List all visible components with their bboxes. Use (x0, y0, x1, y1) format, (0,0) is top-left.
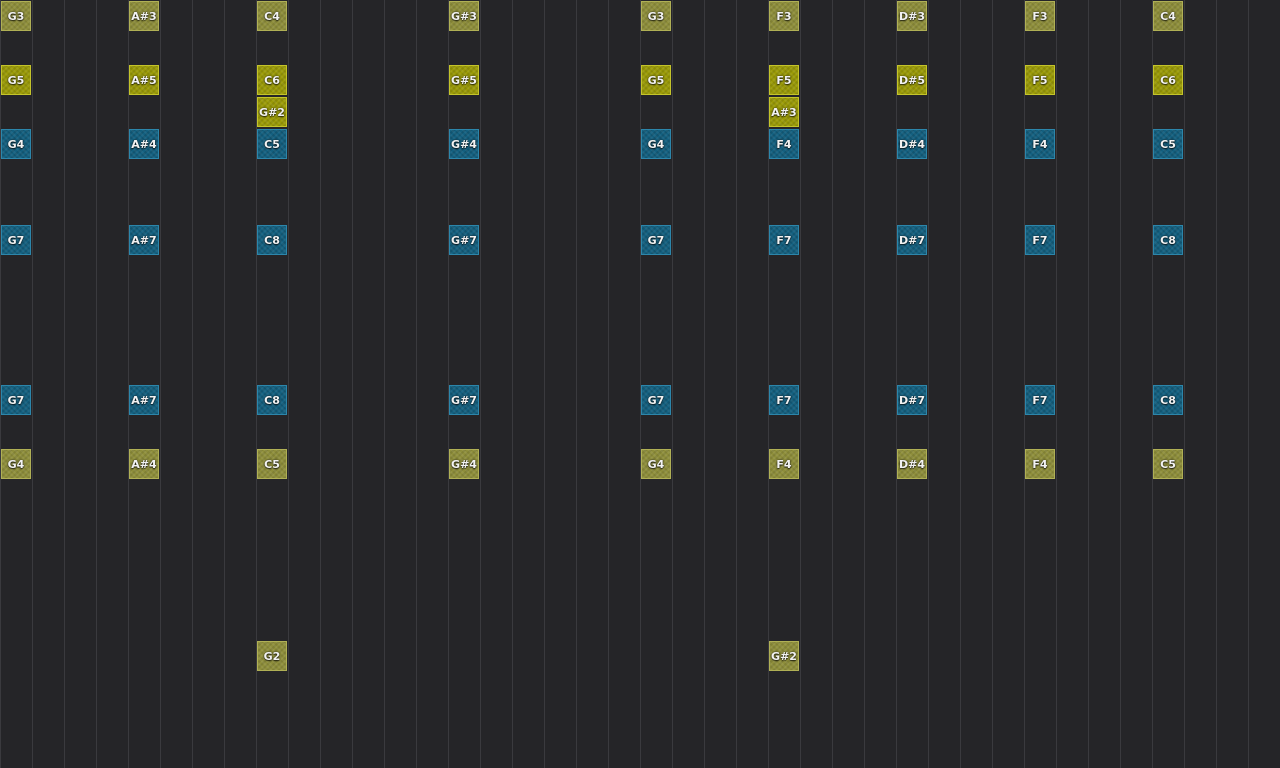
note-cell[interactable]: F4 (769, 129, 799, 159)
note-cell[interactable]: C5 (257, 449, 287, 479)
note-cell[interactable]: G#4 (449, 449, 479, 479)
note-cell[interactable]: A#3 (129, 1, 159, 31)
note-cell[interactable]: C8 (1153, 225, 1183, 255)
note-cell[interactable]: C4 (1153, 1, 1183, 31)
note-cell[interactable]: G7 (641, 225, 671, 255)
note-cell[interactable]: F5 (769, 65, 799, 95)
note-cell[interactable]: G#3 (449, 1, 479, 31)
note-cell[interactable]: D#4 (897, 129, 927, 159)
note-cell[interactable]: G7 (641, 385, 671, 415)
note-cell[interactable]: D#3 (897, 1, 927, 31)
note-cell[interactable]: C5 (257, 129, 287, 159)
note-cell[interactable]: G2 (257, 641, 287, 671)
note-cell[interactable]: G#7 (449, 385, 479, 415)
note-cell[interactable]: C6 (1153, 65, 1183, 95)
note-cell[interactable]: G7 (1, 385, 31, 415)
note-cell[interactable]: G4 (641, 129, 671, 159)
note-cell[interactable]: G7 (1, 225, 31, 255)
note-cell[interactable]: G5 (641, 65, 671, 95)
note-cell[interactable]: G#7 (449, 225, 479, 255)
note-cell[interactable]: A#7 (129, 385, 159, 415)
note-cell[interactable]: C5 (1153, 129, 1183, 159)
note-cell[interactable]: G3 (1, 1, 31, 31)
note-cell[interactable]: F7 (1025, 225, 1055, 255)
note-cell[interactable]: F3 (1025, 1, 1055, 31)
note-cell[interactable]: F4 (1025, 129, 1055, 159)
note-cell[interactable]: G3 (641, 1, 671, 31)
note-cell[interactable]: G4 (1, 449, 31, 479)
note-cell[interactable]: A#3 (769, 97, 799, 127)
note-cell[interactable]: A#7 (129, 225, 159, 255)
note-cell[interactable]: G4 (641, 449, 671, 479)
note-cell[interactable]: F7 (1025, 385, 1055, 415)
note-cell[interactable]: C8 (1153, 385, 1183, 415)
note-cell[interactable]: C8 (257, 385, 287, 415)
note-cell[interactable]: F5 (1025, 65, 1055, 95)
note-cell[interactable]: G4 (1, 129, 31, 159)
note-cell[interactable]: D#4 (897, 449, 927, 479)
note-cell[interactable]: A#5 (129, 65, 159, 95)
note-cell[interactable]: G#2 (769, 641, 799, 671)
note-cell[interactable]: F4 (769, 449, 799, 479)
note-cell[interactable]: F7 (769, 385, 799, 415)
note-cell[interactable]: C5 (1153, 449, 1183, 479)
note-cell[interactable]: A#4 (129, 129, 159, 159)
note-cell[interactable]: G#2 (257, 97, 287, 127)
note-cell[interactable]: D#7 (897, 385, 927, 415)
note-cell[interactable]: C6 (257, 65, 287, 95)
note-cell[interactable]: G#5 (449, 65, 479, 95)
note-cell[interactable]: G#4 (449, 129, 479, 159)
note-cell[interactable]: C4 (257, 1, 287, 31)
note-cell[interactable]: G5 (1, 65, 31, 95)
note-cell[interactable]: F4 (1025, 449, 1055, 479)
step-sequencer-grid[interactable]: G3 G5 G4 G7 G7 G4 A#3 A#5 A#4 A#7 A#7 A#4 C4 C6 G#2 C5 C… (0, 0, 1280, 768)
note-cell[interactable]: D#7 (897, 225, 927, 255)
note-cell[interactable]: F3 (769, 1, 799, 31)
note-cell[interactable]: F7 (769, 225, 799, 255)
note-cell[interactable]: D#5 (897, 65, 927, 95)
note-cell[interactable]: C8 (257, 225, 287, 255)
note-cell[interactable]: A#4 (129, 449, 159, 479)
